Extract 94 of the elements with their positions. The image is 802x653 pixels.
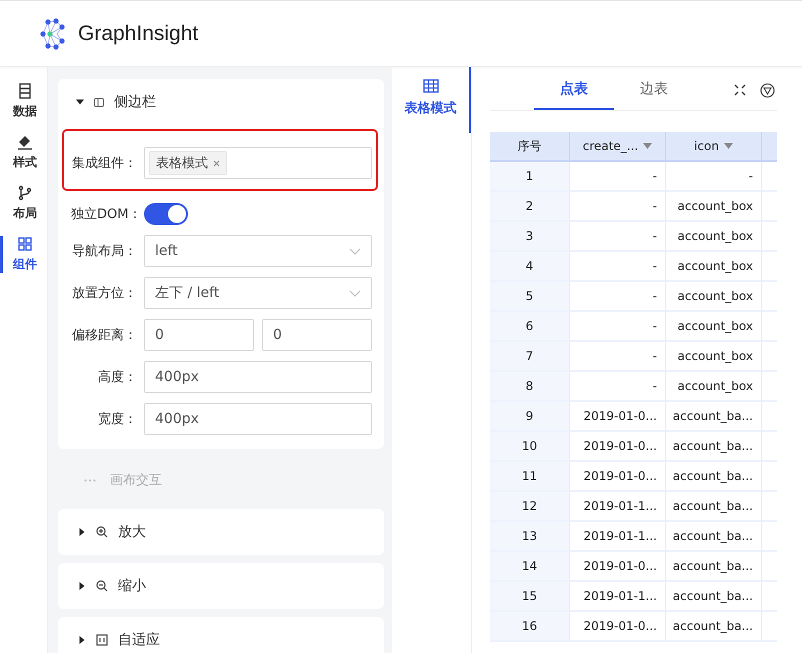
fit-screen-icon bbox=[96, 634, 108, 646]
table-cell: 3 bbox=[490, 222, 570, 252]
field-label: 偏移距离： bbox=[71, 327, 137, 344]
table-cell: - bbox=[570, 192, 666, 222]
nav-tab[interactable]: 样式 bbox=[0, 134, 47, 171]
table-cell: 2019-01-0... bbox=[570, 552, 666, 582]
chevron-down-icon bbox=[349, 290, 361, 296]
column-header[interactable]: create_... bbox=[570, 132, 666, 162]
nav-tab[interactable]: 布局 bbox=[0, 185, 47, 222]
dropdown-icon bbox=[724, 143, 733, 149]
nav-tab[interactable]: 数据 bbox=[0, 83, 47, 120]
table-cell: account_ba... bbox=[666, 462, 762, 492]
sidebar-icon bbox=[94, 98, 104, 106]
table-cell: 5 bbox=[490, 282, 570, 312]
table-cell: 2019-01-1... bbox=[570, 492, 666, 522]
tag-select[interactable]: 表格模式 bbox=[144, 147, 372, 179]
table-cell: account_box bbox=[666, 312, 762, 342]
table-cell: 2019-01-0... bbox=[570, 432, 666, 462]
toggle-switch[interactable] bbox=[144, 203, 188, 225]
table-cell: - bbox=[666, 162, 762, 192]
zoom-in-icon bbox=[96, 526, 108, 538]
table-cell: 16 bbox=[490, 612, 570, 642]
fullscreen-icon[interactable] bbox=[734, 84, 746, 96]
field-label: 独立DOM： bbox=[71, 206, 137, 223]
field-label: 导航布局： bbox=[71, 243, 137, 260]
field-label: 高度： bbox=[97, 369, 137, 386]
tag: 表格模式 bbox=[149, 151, 227, 175]
table-cell: 9 bbox=[490, 402, 570, 432]
table-cell: 12 bbox=[490, 492, 570, 522]
ellipsis-icon bbox=[84, 478, 96, 482]
table-cell: 4 bbox=[490, 252, 570, 282]
database-icon bbox=[17, 83, 33, 99]
table-cell: 2019-01-1... bbox=[570, 582, 666, 612]
group-label: 画布交互 bbox=[110, 472, 162, 489]
section-header[interactable]: 缩小 bbox=[64, 573, 146, 599]
table-cell: 11 bbox=[490, 462, 570, 492]
input-field[interactable]: 400px bbox=[144, 403, 372, 435]
table-cell: account_ba... bbox=[666, 552, 762, 582]
table-cell: 13 bbox=[490, 522, 570, 552]
table-tab[interactable]: 点表 bbox=[534, 70, 614, 110]
table-cell: account_ba... bbox=[666, 432, 762, 462]
table-cell: account_ba... bbox=[666, 402, 762, 432]
field-label: 宽度： bbox=[97, 411, 137, 428]
table-cell: 7 bbox=[490, 342, 570, 372]
table-cell: - bbox=[570, 282, 666, 312]
table-cell: 2019-01-1... bbox=[570, 522, 666, 552]
table-cell: 2019-01-0... bbox=[570, 612, 666, 642]
table-cell: - bbox=[570, 372, 666, 402]
close-icon[interactable] bbox=[213, 160, 220, 166]
table-cell: 6 bbox=[490, 312, 570, 342]
field-label: 集成组件： bbox=[71, 155, 137, 172]
table-tab[interactable]: 边表 bbox=[614, 70, 694, 110]
table-cell: account_box bbox=[666, 282, 762, 312]
column-header[interactable]: icon bbox=[666, 132, 762, 162]
input-field[interactable]: 400px bbox=[144, 361, 372, 393]
mode-tab[interactable]: 表格模式 bbox=[392, 67, 471, 133]
table-cell: 2019-01-0... bbox=[570, 402, 666, 432]
table-cell: account_box bbox=[666, 192, 762, 222]
table-cell: account_box bbox=[666, 222, 762, 252]
zoom-out-icon bbox=[96, 580, 108, 592]
table-cell: 2 bbox=[490, 192, 570, 222]
field-label: 放置方位： bbox=[71, 285, 137, 302]
grid-icon bbox=[17, 236, 33, 252]
column-header[interactable]: 序号 bbox=[490, 132, 570, 162]
table-cell: 1 bbox=[490, 162, 570, 192]
branch-icon bbox=[17, 185, 33, 201]
table-cell: 8 bbox=[490, 372, 570, 402]
chevron-down-icon bbox=[349, 248, 361, 254]
table-cell: account_box bbox=[666, 372, 762, 402]
table-cell: 15 bbox=[490, 582, 570, 612]
table-cell: - bbox=[570, 222, 666, 252]
input-field[interactable]: 0 bbox=[262, 319, 372, 351]
table-cell: - bbox=[570, 312, 666, 342]
section-header[interactable]: 放大 bbox=[64, 519, 146, 545]
table-cell: account_ba... bbox=[666, 522, 762, 552]
table-cell: 2019-01-0... bbox=[570, 462, 666, 492]
select-field[interactable]: left bbox=[144, 235, 372, 267]
table-cell: account_box bbox=[666, 252, 762, 282]
paint-bucket-icon bbox=[17, 134, 33, 150]
table-cell: account_box bbox=[666, 342, 762, 372]
table-cell: - bbox=[570, 162, 666, 192]
input-field[interactable]: 0 bbox=[144, 319, 254, 351]
dropdown-icon bbox=[643, 143, 652, 149]
table-cell: account_ba... bbox=[666, 612, 762, 642]
table-cell: account_ba... bbox=[666, 582, 762, 612]
table-icon bbox=[422, 79, 438, 93]
table-cell: account_ba... bbox=[666, 492, 762, 522]
table-cell: - bbox=[570, 252, 666, 282]
select-field[interactable]: 左下 / left bbox=[144, 277, 372, 309]
table-cell: - bbox=[570, 342, 666, 372]
table-cell: 14 bbox=[490, 552, 570, 582]
app-title: GraphInsight bbox=[78, 22, 198, 46]
table-cell: 10 bbox=[490, 432, 570, 462]
section-header[interactable]: 侧边栏 bbox=[62, 89, 156, 115]
